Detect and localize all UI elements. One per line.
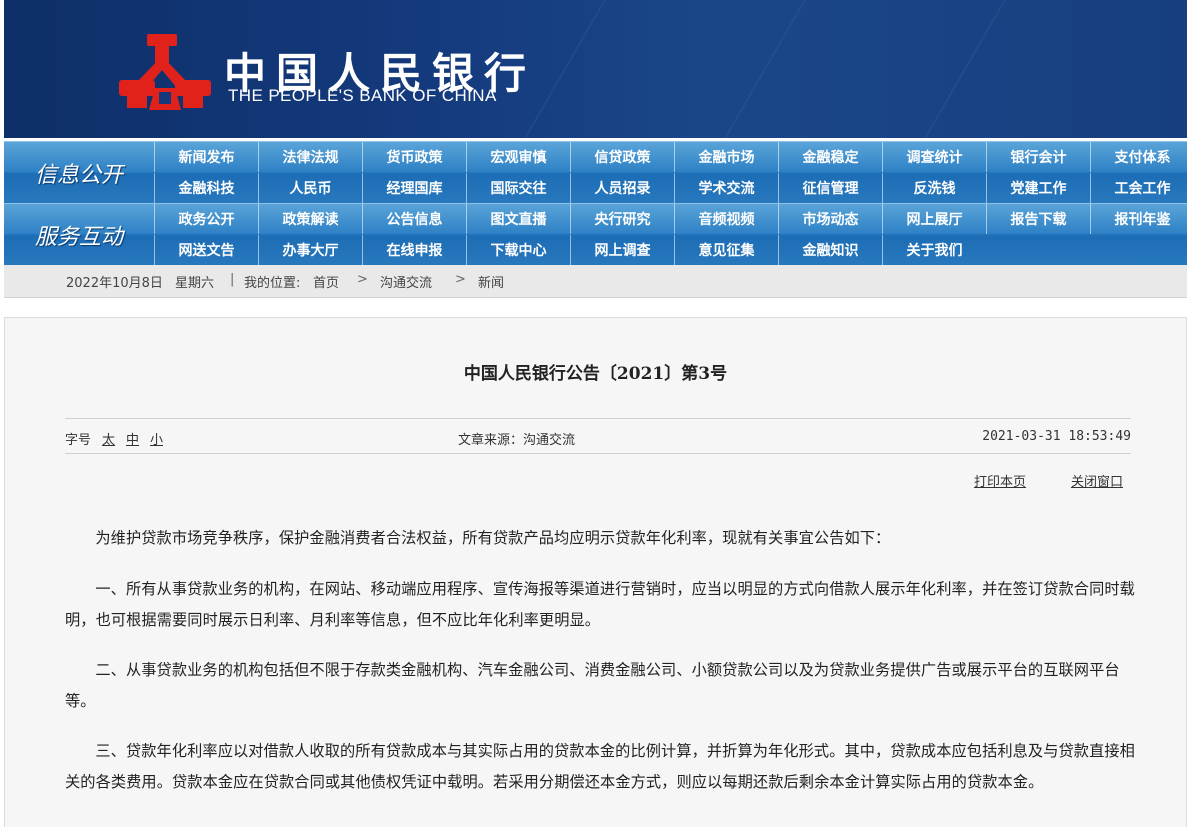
nav-info-item[interactable]: 人员招录 (570, 173, 674, 203)
publish-time: 2021-03-31 18:53:49 (982, 429, 1131, 444)
nav-service-item[interactable]: 网上展厅 (882, 204, 986, 234)
nav-info-item[interactable]: 支付体系 (1090, 142, 1187, 172)
nav-info-item[interactable]: 工会工作 (1090, 173, 1187, 203)
breadcrumb-arrow-icon: > (455, 272, 466, 287)
divider (65, 418, 1131, 419)
nav-service-item[interactable]: 金融知识 (778, 235, 882, 265)
nav-service-title: 服务互动 (34, 224, 123, 250)
nav-service-item[interactable]: 市场动态 (778, 204, 882, 234)
nav-service-item[interactable]: 政务公开 (154, 204, 258, 234)
nav-service-item[interactable]: 意见征集 (674, 235, 778, 265)
breadcrumb-home-link[interactable]: 首页 (313, 272, 339, 291)
site-banner: 中国人民银行 THE PEOPLE'S BANK OF CHINA (4, 0, 1187, 138)
banner-decoration (724, 0, 806, 138)
nav-service-item[interactable]: 报刊年鉴 (1090, 204, 1187, 234)
nav-service-item[interactable]: 网送文告 (154, 235, 258, 265)
nav-service-interaction: 服务互动 政务公开 政策解读 公告信息 图文直播 央行研究 音频视频 市场动态 网上展厅 报告下… (4, 203, 1187, 265)
font-size-medium-link[interactable]: 中 (126, 429, 139, 448)
close-window-link[interactable]: 关闭窗口 (1071, 471, 1123, 490)
nav-info-item[interactable]: 学术交流 (674, 173, 778, 203)
nav-service-item[interactable]: 图文直播 (466, 204, 570, 234)
nav-service-grid: 政务公开 政策解读 公告信息 图文直播 央行研究 音频视频 市场动态 网上展厅 报告下载 报刊年鉴… (154, 204, 1187, 265)
nav-service-item[interactable]: 下载中心 (466, 235, 570, 265)
breadcrumb: 2022年10月8日 星期六 | 我的位置: 首页 > 沟通交流 > 新闻 (4, 265, 1187, 298)
breadcrumb-arrow-icon: > (357, 272, 368, 287)
current-date: 2022年10月8日 (66, 276, 163, 291)
nav-info-item[interactable]: 调查统计 (882, 142, 986, 172)
brand-name-english: THE PEOPLE'S BANK OF CHINA (228, 86, 497, 105)
banner-decoration (924, 0, 1006, 138)
nav-info-item[interactable]: 货币政策 (362, 142, 466, 172)
nav-service-item[interactable]: 关于我们 (882, 235, 986, 265)
divider (65, 453, 1131, 454)
article-paragraph: 三、贷款年化利率应以对借款人收取的所有贷款成本与其实际占用的贷款本金的比例计算，… (65, 742, 1135, 791)
nav-service-item[interactable]: 政策解读 (258, 204, 362, 234)
nav-service-item[interactable]: 办事大厅 (258, 235, 362, 265)
location-label: 我的位置: (244, 276, 301, 291)
nav-info-item[interactable]: 金融市场 (674, 142, 778, 172)
print-page-link[interactable]: 打印本页 (974, 471, 1026, 490)
breadcrumb-news-link[interactable]: 新闻 (478, 272, 504, 291)
font-size-label: 字号 (65, 433, 92, 448)
nav-info-item[interactable]: 宏观审慎 (466, 142, 570, 172)
nav-info-item[interactable]: 党建工作 (986, 173, 1090, 203)
article-title: 中国人民银行公告〔2021〕第3号 (463, 364, 728, 384)
nav-info-item[interactable]: 国际交往 (466, 173, 570, 203)
nav-info-item[interactable]: 新闻发布 (154, 142, 258, 172)
nav-service-item[interactable]: 公告信息 (362, 204, 466, 234)
article-paragraph: 为维护贷款市场竞争秩序，保护金融消费者合法权益，所有贷款产品均应明示贷款年化利率… (95, 529, 891, 547)
nav-info-item[interactable]: 反洗钱 (882, 173, 986, 203)
breadcrumb-communication-link[interactable]: 沟通交流 (380, 272, 432, 291)
nav-info-item[interactable]: 经理国库 (362, 173, 466, 203)
banner-decoration (524, 0, 606, 138)
nav-info-item[interactable]: 人民币 (258, 173, 362, 203)
nav-info-item[interactable]: 法律法规 (258, 142, 362, 172)
nav-service-item[interactable]: 报告下载 (986, 204, 1090, 234)
nav-info-grid: 新闻发布 法律法规 货币政策 宏观审慎 信贷政策 金融市场 金融稳定 调查统计 银行会计 支付体系… (154, 142, 1187, 203)
pboc-logo-icon[interactable] (117, 32, 213, 112)
nav-info-item[interactable]: 金融稳定 (778, 142, 882, 172)
nav-info-item[interactable]: 信贷政策 (570, 142, 674, 172)
nav-info-item[interactable]: 征信管理 (778, 173, 882, 203)
current-weekday: 星期六 (175, 276, 215, 291)
font-size-large-link[interactable]: 太 (102, 429, 115, 448)
nav-info-item[interactable]: 金融科技 (154, 173, 258, 203)
nav-info-title: 信息公开 (34, 162, 123, 188)
article-paragraph: 一、所有从事贷款业务的机构，在网站、移动端应用程序、宣传海报等渠道进行营销时，应… (65, 580, 1135, 629)
nav-service-item[interactable]: 在线申报 (362, 235, 466, 265)
article-panel: 中国人民银行公告〔2021〕第3号 字号 太 中 小 文章来源：沟通交流 202… (4, 317, 1187, 827)
nav-service-item[interactable]: 网上调查 (570, 235, 674, 265)
nav-info-disclosure: 信息公开 新闻发布 法律法规 货币政策 宏观审慎 信贷政策 金融市场 金融稳定 调查统计 银行会… (4, 141, 1187, 203)
article-source: 文章来源：沟通交流 (458, 433, 576, 448)
article-meta: 字号 太 中 小 文章来源：沟通交流 2021-03-31 18:53:49 (65, 429, 1131, 449)
font-size-small-link[interactable]: 小 (150, 429, 163, 448)
nav-service-item[interactable]: 央行研究 (570, 204, 674, 234)
breadcrumb-divider: | (230, 272, 235, 287)
nav-service-item[interactable]: 音频视频 (674, 204, 778, 234)
article-paragraph: 二、从事贷款业务的机构包括但不限于存款类金融机构、汽车金融公司、消费金融公司、小… (65, 661, 1120, 710)
nav-info-item[interactable]: 银行会计 (986, 142, 1090, 172)
